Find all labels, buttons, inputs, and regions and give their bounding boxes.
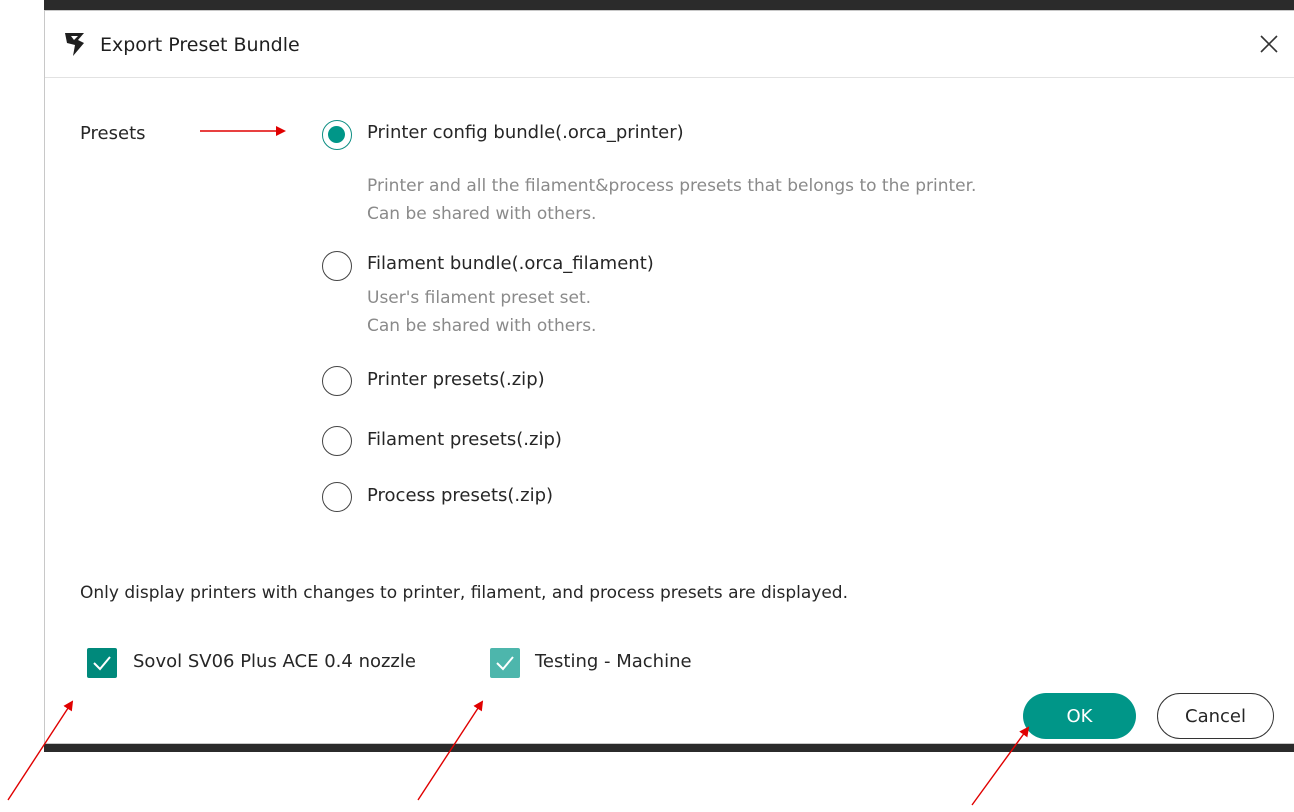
orca-slicer-logo-icon: [65, 33, 84, 56]
printers-filter-note: Only display printers with changes to pr…: [80, 583, 848, 603]
option-desc-printer-config-bundle-line1: Printer and all the filament&process pre…: [367, 176, 977, 196]
dialog-title: Export Preset Bundle: [100, 34, 300, 56]
printer-label-sovol-sv06-plus-ace[interactable]: Sovol SV06 Plus ACE 0.4 nozzle: [133, 651, 416, 672]
option-label-filament-presets-zip[interactable]: Filament presets(.zip): [367, 429, 562, 450]
option-label-printer-config-bundle[interactable]: Printer config bundle(.orca_printer): [367, 122, 684, 143]
checkbox-testing-machine[interactable]: [490, 648, 520, 678]
radio-process-presets-zip[interactable]: [322, 482, 352, 512]
printer-label-testing-machine[interactable]: Testing - Machine: [535, 651, 692, 672]
radio-filament-bundle[interactable]: [322, 251, 352, 281]
presets-label: Presets: [80, 123, 146, 144]
export-preset-bundle-dialog: Export Preset Bundle Presets Printer con…: [44, 10, 1294, 744]
checkmark-icon: [490, 648, 520, 678]
checkbox-sovol-sv06-plus-ace[interactable]: [87, 648, 117, 678]
ok-button[interactable]: OK: [1023, 693, 1136, 739]
option-label-filament-bundle[interactable]: Filament bundle(.orca_filament): [367, 253, 654, 274]
radio-printer-config-bundle[interactable]: [322, 120, 352, 150]
close-icon[interactable]: [1254, 29, 1284, 59]
checkmark-icon: [87, 648, 117, 678]
option-label-printer-presets-zip[interactable]: Printer presets(.zip): [367, 369, 545, 390]
cancel-button[interactable]: Cancel: [1157, 693, 1274, 739]
radio-printer-presets-zip[interactable]: [322, 366, 352, 396]
option-desc-printer-config-bundle-line2: Can be shared with others.: [367, 204, 597, 224]
option-desc-filament-bundle-line2: Can be shared with others.: [367, 316, 597, 336]
option-desc-filament-bundle-line1: User's filament preset set.: [367, 288, 592, 308]
option-label-process-presets-zip[interactable]: Process presets(.zip): [367, 485, 553, 506]
radio-filament-presets-zip[interactable]: [322, 426, 352, 456]
titlebar-divider: [45, 77, 1294, 78]
dialog-titlebar: Export Preset Bundle: [45, 11, 1294, 77]
